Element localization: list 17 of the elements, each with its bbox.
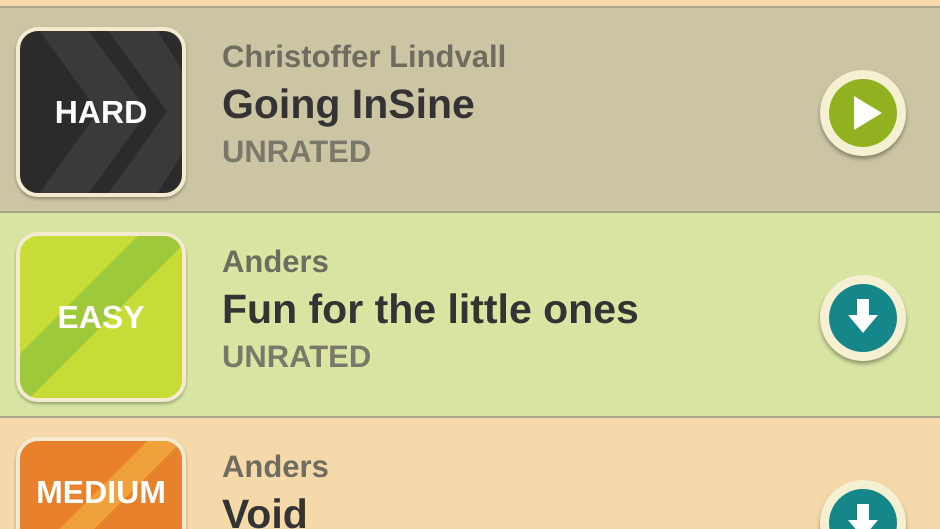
level-title: Void [222, 490, 309, 529]
play-icon [828, 78, 898, 148]
rating-label: UNRATED [222, 338, 372, 376]
download-icon [828, 283, 898, 353]
level-row[interactable]: HARD Christoffer Lindvall Going InSine UNRATED [0, 8, 940, 213]
author-name: Anders [222, 448, 329, 486]
author-name: Anders [222, 243, 330, 281]
level-title: Fun for the little ones [222, 285, 639, 334]
level-row[interactable]: EASY Anders Fun for the little ones UNRATED [0, 213, 940, 418]
difficulty-label: HARD [54, 96, 148, 128]
author-name: Christoffer Lindvall [222, 38, 506, 76]
rating-label: UNRATED [222, 133, 372, 171]
play-button[interactable] [820, 70, 906, 156]
level-title: Going InSine [222, 80, 476, 129]
difficulty-label: EASY [57, 301, 145, 333]
download-button[interactable] [820, 275, 906, 361]
difficulty-label: MEDIUM [36, 476, 166, 508]
